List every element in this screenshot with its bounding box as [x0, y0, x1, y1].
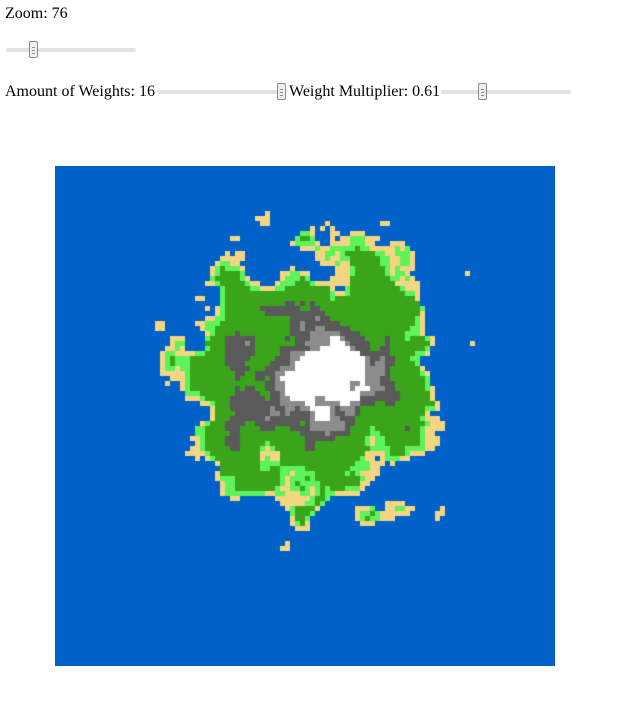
zoom-slider-thumb[interactable] [28, 41, 38, 58]
multiplier-slider-thumb[interactable] [477, 83, 487, 100]
island-generator-page: Zoom: 76 Amount of Weights: 16 Weight Mu… [0, 0, 618, 708]
zoom-slider[interactable] [6, 40, 136, 60]
zoom-label: Zoom: 76 [5, 5, 68, 22]
weights-slider-thumb[interactable] [277, 83, 286, 100]
multiplier-slider[interactable] [441, 82, 571, 102]
weights-label: Amount of Weights: 16 [5, 83, 155, 100]
zoom-slider-track[interactable] [6, 48, 136, 52]
multiplier-label: Weight Multiplier: 0.61 [289, 83, 441, 100]
island-map-canvas [55, 166, 555, 666]
multiplier-slider-track[interactable] [441, 90, 571, 94]
island-map [55, 166, 555, 666]
weights-slider-track[interactable] [157, 90, 287, 94]
weights-slider[interactable] [157, 82, 287, 102]
